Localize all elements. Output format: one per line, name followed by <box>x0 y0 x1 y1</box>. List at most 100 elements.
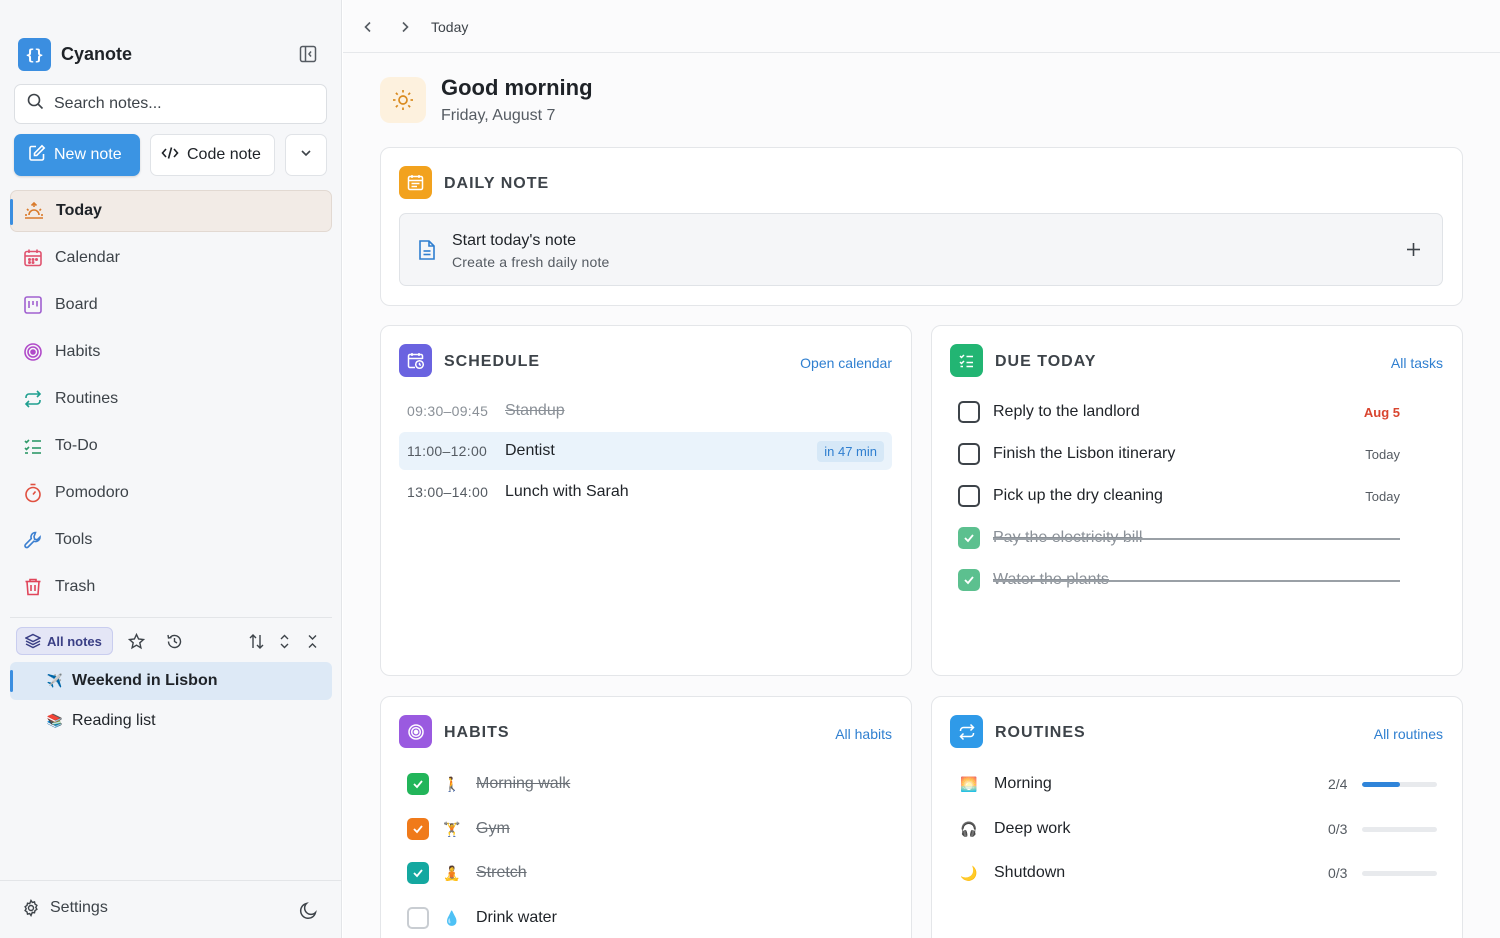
schedule-event[interactable]: 09:30–09:45 Standup <box>399 392 892 430</box>
routine-item[interactable]: 🌙 Shutdown 0/3 <box>958 861 1438 885</box>
all-notes-filter[interactable]: All notes <box>16 627 113 655</box>
topbar: Today <box>343 0 1500 53</box>
task-item[interactable]: Finish the Lisbon itinerary Today <box>958 441 1400 467</box>
nav-label: Calendar <box>55 249 120 266</box>
habit-item-done[interactable]: 🚶 Morning walk <box>407 772 887 796</box>
habit-checkbox-checked[interactable] <box>407 818 429 840</box>
plus-icon <box>1404 240 1422 258</box>
task-checkbox[interactable] <box>958 485 980 507</box>
gear-icon <box>24 899 38 917</box>
calendar-clock-icon <box>399 344 432 377</box>
nav-item-calendar[interactable]: Calendar <box>10 237 332 279</box>
note-item[interactable]: 📚 Reading list <box>10 702 332 740</box>
nav-item-routines[interactable]: Routines <box>10 378 332 420</box>
repeat-icon <box>23 389 43 409</box>
all-notes-label: All notes <box>47 633 102 649</box>
greeting-title: Good morning <box>441 75 593 100</box>
code-note-button[interactable]: Code note <box>150 134 275 176</box>
nav-item-trash[interactable]: Trash <box>10 566 332 608</box>
task-item-done[interactable]: Pay the electricity bill <box>958 525 1400 551</box>
nav-item-todo[interactable]: To-Do <box>10 425 332 467</box>
nav-item-board[interactable]: Board <box>10 284 332 326</box>
code-icon <box>161 144 179 167</box>
habit-item[interactable]: 💧 Drink water <box>407 906 887 930</box>
section-title: HABITS <box>444 724 510 741</box>
more-options-button[interactable] <box>285 134 327 176</box>
habit-checkbox[interactable] <box>407 907 429 929</box>
chevron-left-icon[interactable] <box>359 18 377 36</box>
routine-progress-bar <box>1362 871 1437 876</box>
task-item[interactable]: Reply to the landlord Aug 5 <box>958 399 1400 425</box>
task-item-done[interactable]: Water the plants <box>958 567 1400 593</box>
trash-icon <box>23 577 43 597</box>
habit-checkbox-checked[interactable] <box>407 773 429 795</box>
routines-card: ROUTINES All routines 🌅 Morning 2/4 🎧 De… <box>931 696 1463 938</box>
all-habits-link[interactable]: All habits <box>835 726 892 742</box>
check-icon <box>413 869 423 878</box>
routine-emoji: 🌙 <box>960 864 978 881</box>
nav-item-today[interactable]: Today <box>10 190 332 232</box>
nav-label: Today <box>56 202 102 219</box>
progress-fill <box>1362 782 1400 787</box>
task-checkbox-checked[interactable] <box>958 527 980 549</box>
habit-title: Morning walk <box>476 775 571 792</box>
checklist-icon <box>950 344 983 377</box>
repeat-icon <box>950 715 983 748</box>
task-title: Pick up the dry cleaning <box>993 487 1163 504</box>
search-box[interactable] <box>14 84 327 124</box>
nav-item-tools[interactable]: Tools <box>10 519 332 561</box>
schedule-event[interactable]: 13:00–14:00 Lunch with Sarah <box>399 473 892 511</box>
habit-title: Gym <box>476 820 510 837</box>
search-input[interactable] <box>54 95 304 113</box>
check-icon <box>964 576 974 585</box>
strike-line <box>993 538 1400 540</box>
sort-icon[interactable] <box>246 631 266 651</box>
nav-label: To-Do <box>55 437 98 454</box>
new-note-button[interactable]: New note <box>14 134 140 176</box>
all-routines-link[interactable]: All routines <box>1374 726 1443 742</box>
nav-item-pomodoro[interactable]: Pomodoro <box>10 472 332 514</box>
collapse-icon[interactable] <box>302 631 322 651</box>
collapse-sidebar-icon[interactable] <box>298 44 318 64</box>
task-item[interactable]: Pick up the dry cleaning Today <box>958 483 1400 509</box>
app-logo: {} <box>18 38 51 71</box>
section-title: DUE TODAY <box>995 353 1097 370</box>
routine-item[interactable]: 🌅 Morning 2/4 <box>958 772 1438 796</box>
schedule-card: SCHEDULE Open calendar 09:30–09:45 Stand… <box>380 325 912 676</box>
chevron-right-icon[interactable] <box>396 18 414 36</box>
brand[interactable]: {} Cyanote <box>18 38 132 71</box>
nav-label: Routines <box>55 390 119 407</box>
start-daily-note-button[interactable]: Start today's note Create a fresh daily … <box>399 213 1443 286</box>
moon-icon[interactable] <box>298 900 318 920</box>
habit-item-done[interactable]: 🧘 Stretch <box>407 861 887 885</box>
routine-emoji: 🎧 <box>960 820 978 837</box>
task-title: Finish the Lisbon itinerary <box>993 445 1176 462</box>
nav-label: Habits <box>55 343 101 360</box>
habit-checkbox-checked[interactable] <box>407 862 429 884</box>
habit-item-done[interactable]: 🏋️ Gym <box>407 817 887 841</box>
note-item[interactable]: ✈️ Weekend in Lisbon <box>10 662 332 700</box>
nav-label: Board <box>55 296 98 313</box>
settings-button[interactable]: Settings <box>22 899 108 917</box>
code-note-label: Code note <box>187 146 261 163</box>
section-title: DAILY NOTE <box>444 175 550 192</box>
habit-emoji: 🏋️ <box>443 820 461 837</box>
task-checkbox[interactable] <box>958 443 980 465</box>
task-checkbox-checked[interactable] <box>958 569 980 591</box>
sidebar: {} Cyanote New note Code note Today <box>0 0 342 938</box>
expand-icon[interactable] <box>274 631 294 651</box>
schedule-event-current[interactable]: 11:00–12:00 Dentist in 47 min <box>399 432 892 470</box>
task-checkbox[interactable] <box>958 401 980 423</box>
nav-item-habits[interactable]: Habits <box>10 331 332 373</box>
routine-emoji: 🌅 <box>960 775 978 792</box>
app-name: Cyanote <box>61 44 133 64</box>
main-nav: Today Calendar Board Habits Routines To-… <box>10 190 332 613</box>
note-list: ✈️ Weekend in Lisbon 📚 Reading list <box>10 662 332 742</box>
routine-progress-bar <box>1362 827 1437 832</box>
note-title: Reading list <box>72 712 156 729</box>
all-tasks-link[interactable]: All tasks <box>1391 355 1443 371</box>
open-calendar-link[interactable]: Open calendar <box>800 355 892 371</box>
routine-item[interactable]: 🎧 Deep work 0/3 <box>958 817 1438 841</box>
history-icon[interactable] <box>164 631 184 651</box>
star-icon[interactable] <box>126 631 146 651</box>
